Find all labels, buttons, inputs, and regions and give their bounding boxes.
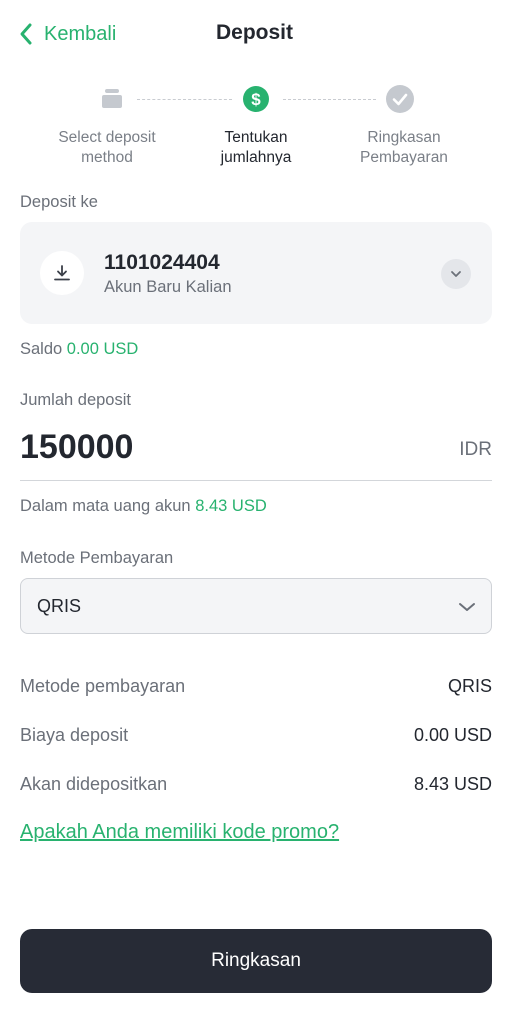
amount-underline [20,480,492,481]
step-label-amount: Tentukan jumlahnya [181,128,331,168]
summary-value-fee: 0.00 USD [413,725,492,745]
account-number: 1101024404 [104,251,220,274]
summary-label-method: Metode pembayaran [20,676,186,696]
converted-amount: Dalam mata uang akun 8.43 USD [20,497,267,516]
download-icon [40,251,84,295]
step-label-line: Select deposit [58,129,156,146]
stepper-connector [283,99,376,100]
dollar-icon: $ [241,84,271,114]
converted-label: Dalam mata uang akun [20,497,191,515]
svg-text:$: $ [251,90,261,109]
step-label-summary: Ringkasan Pembayaran [329,128,479,168]
promo-code-link[interactable]: Apakah Anda memiliki kode promo? [20,821,339,844]
summary-value-method: QRIS [447,676,492,696]
step-label-line: Tentukan [224,129,288,146]
deposit-to-label: Deposit ke [20,193,98,211]
summary-button-label: Ringkasan [211,950,301,971]
balance-value: 0.00 USD [66,340,139,358]
payment-method-select[interactable]: QRIS [20,578,492,634]
page-title: Deposit [215,21,293,44]
step-label-line: method [81,149,133,166]
step-label-line: jumlahnya [220,149,292,166]
summary-button[interactable]: Ringkasan [20,929,492,993]
summary-label-fee: Biaya deposit [20,725,129,745]
check-icon [385,84,415,114]
chevron-down-icon[interactable] [441,259,471,289]
account-selector[interactable]: 1101024404 Akun Baru Kalian [20,222,492,324]
payment-method-value: QRIS [37,596,82,616]
step-label-select-method: Select deposit method [32,128,182,168]
stepper-connector [137,99,232,100]
amount-input[interactable]: 150000 [20,428,133,467]
balance: Saldo 0.00 USD [20,340,138,359]
chevron-down-icon [459,603,475,611]
step-label-line: Ringkasan [367,129,441,146]
balance-label: Saldo [20,340,63,358]
amount-label: Jumlah deposit [20,391,131,409]
payment-method-label: Metode Pembayaran [20,549,174,567]
currency-code: IDR [459,439,492,460]
step-label-line: Pembayaran [360,149,448,166]
wallet-icon [97,84,127,114]
summary-label-deposited: Akan didepositkan [20,774,168,794]
account-name: Akun Baru Kalian [104,278,232,296]
summary-value-deposited: 8.43 USD [413,774,492,794]
converted-value: 8.43 USD [195,497,267,515]
